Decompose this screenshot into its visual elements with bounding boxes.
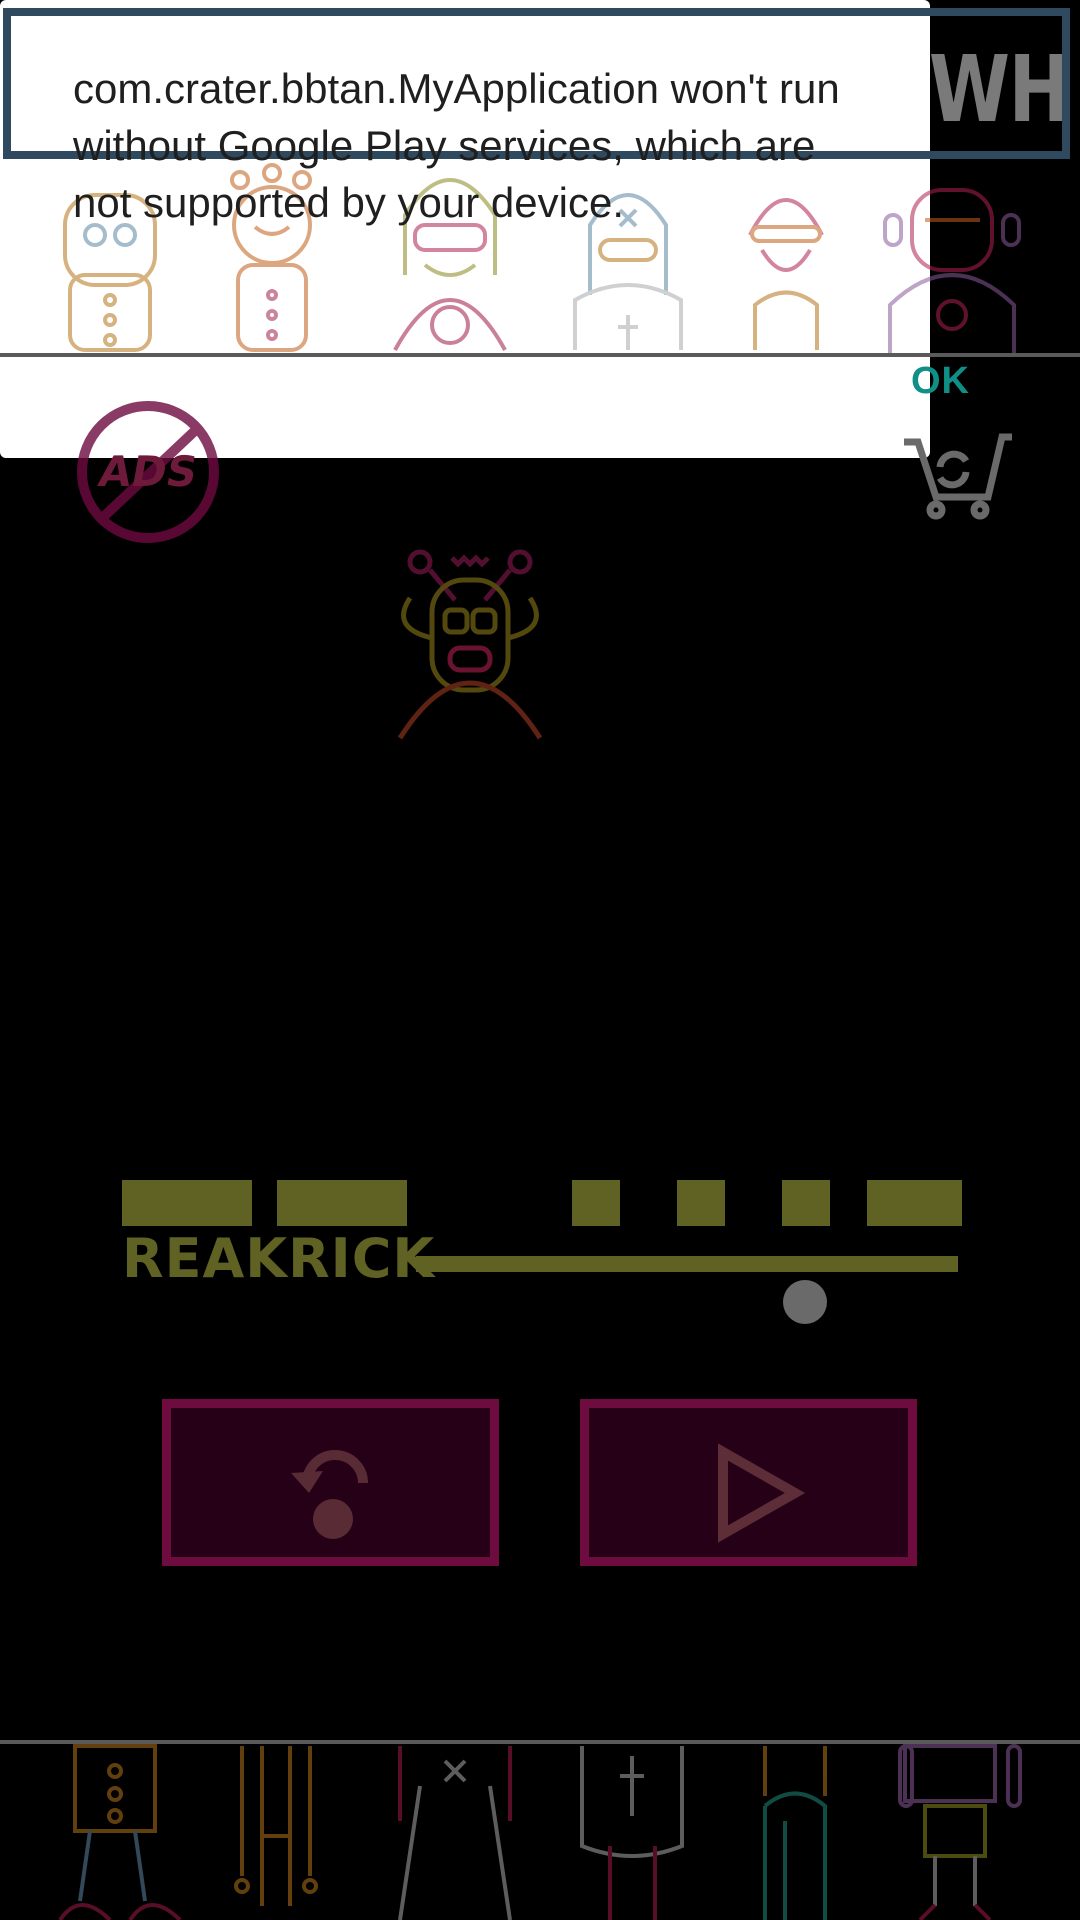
bottom-characters-decoration [58, 1744, 1022, 1920]
no-ads-icon: ADS [92, 447, 205, 497]
restore-icon [291, 1450, 368, 1539]
slider-knob [783, 1280, 827, 1324]
play-button[interactable] [580, 1399, 917, 1566]
marquee-text: WH [928, 36, 1068, 143]
no-ads-text: ADS [94, 447, 202, 496]
play-services-dialog: com.crater.bbtan.MyApplication won't run… [0, 0, 969, 458]
bottom-divider [0, 1740, 1080, 1744]
logo-blocks-decoration [122, 1180, 962, 1226]
ok-button[interactable]: OK [899, 352, 982, 411]
center-character-decoration [397, 549, 543, 740]
play-icon [718, 1443, 806, 1543]
restore-button[interactable] [162, 1399, 499, 1566]
logo-underline [416, 1256, 958, 1272]
dialog-message: com.crater.bbtan.MyApplication won't run… [73, 65, 840, 226]
shopping-cart-icon[interactable] [900, 422, 1012, 522]
game-logo-text: REAKRICK [122, 1227, 436, 1290]
